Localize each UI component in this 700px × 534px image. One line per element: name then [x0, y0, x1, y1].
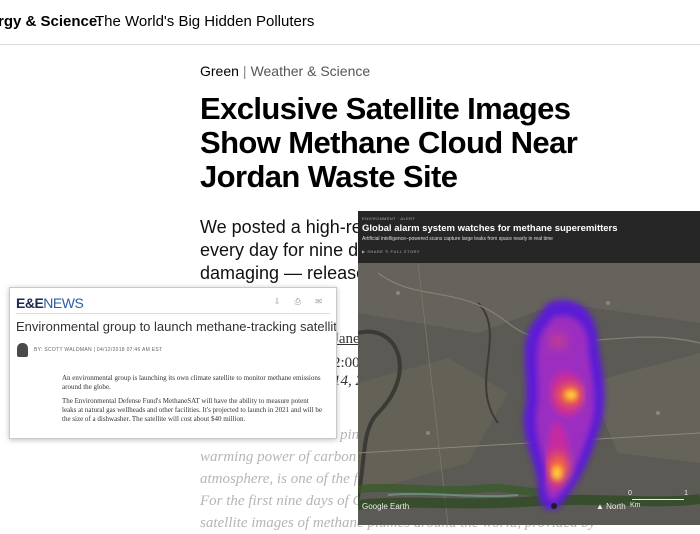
kicker-primary[interactable]: Green: [200, 63, 239, 79]
satellite-title: Global alarm system watches for methane …: [362, 223, 618, 234]
scale-line: [632, 499, 684, 500]
satellite-header: ENVIRONMENT · ALERT Global alarm system …: [358, 211, 700, 263]
kicker-separator: |: [242, 63, 247, 79]
eenews-meta: BY: SCOTT WALDMAN | 04/12/2018 07:46 AM …: [34, 347, 163, 353]
eenews-logo: E&ENEWS: [16, 295, 84, 311]
top-bar: rgy & Science: The World's Big Hidden Po…: [0, 0, 700, 45]
eenews-body: An environmental group is launching its …: [62, 374, 322, 429]
headline-line: Jordan Waste Site: [200, 159, 458, 194]
article-dek: We posted a high-re every day for nine d…: [200, 216, 368, 285]
author-avatar: [17, 343, 28, 357]
eenews-paragraph: The Environmental Defense Fund's Methane…: [62, 397, 322, 423]
article-headline: Exclusive Satellite Images Show Methane …: [200, 92, 670, 194]
google-earth-watermark: Google Earth: [362, 502, 410, 511]
satellite-card: ENVIRONMENT · ALERT Global alarm system …: [358, 211, 700, 525]
dek-line: We posted a high-re: [200, 217, 362, 237]
scale-bar: 0 1 Km: [628, 490, 688, 511]
dek-line: every day for nine da: [200, 240, 369, 260]
satellite-tiny-label: ENVIRONMENT · ALERT: [362, 216, 416, 221]
article-kicker: Green | Weather & Science: [200, 63, 370, 79]
eenews-card: E&ENEWS ⇩ ⎙ ✉ Environmental group to lau…: [9, 287, 337, 439]
north-arrow-icon: ▲ North: [596, 502, 626, 511]
scale-end: 1: [684, 490, 688, 497]
scale-unit: Km: [630, 502, 641, 509]
eenews-title: Environmental group to launch methane-tr…: [16, 319, 337, 334]
share-tools-icons[interactable]: ⇩ ⎙ ✉: [274, 297, 328, 307]
kicker-category[interactable]: Weather & Science: [251, 63, 371, 79]
scale-start: 0: [628, 490, 632, 497]
topbar-section[interactable]: rgy & Science:: [0, 13, 102, 30]
eenews-paragraph: An environmental group is launching its …: [62, 374, 321, 391]
dek-line: damaging — release: [200, 263, 367, 283]
satellite-dek: Artificial intelligence–powered scans ca…: [362, 236, 553, 242]
topbar-title[interactable]: The World's Big Hidden Polluters: [95, 13, 314, 30]
divider: [16, 313, 330, 314]
headline-line: Show Methane Cloud Near: [200, 125, 578, 160]
satellite-map-image: [358, 263, 700, 525]
headline-line: Exclusive Satellite Images: [200, 91, 571, 126]
satellite-share[interactable]: ▶ SHARE ✎ FULL STORY: [362, 249, 420, 254]
